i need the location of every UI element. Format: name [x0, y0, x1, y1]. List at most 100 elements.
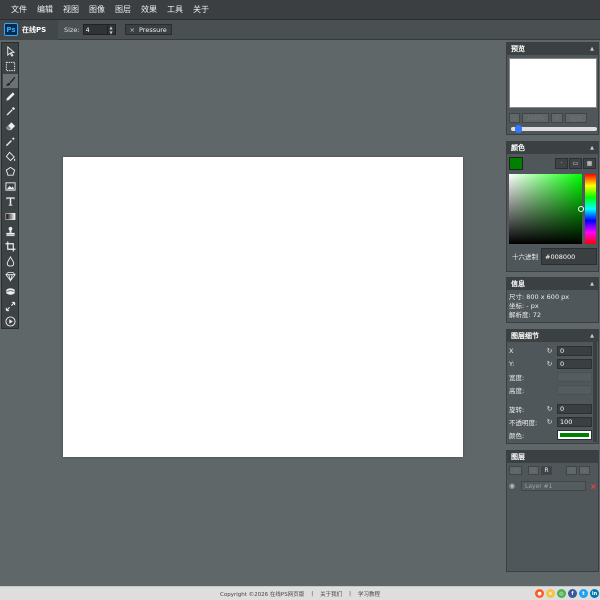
smudge-tool[interactable] [3, 284, 18, 298]
prop-height-input[interactable] [557, 384, 592, 395]
info-size: 尺寸: 800 x 600 px [509, 293, 570, 301]
pressure-toggle[interactable]: × Pressure [124, 24, 172, 35]
hex-row: 十六进制 #008000 [509, 248, 598, 265]
prop-opacity-row: 不透明度: ↻ 100 [509, 415, 598, 428]
crop-icon [5, 240, 16, 252]
reset-icon[interactable]: ↻ [545, 359, 554, 368]
menu-about[interactable]: 关于 [188, 0, 214, 20]
size-input[interactable] [82, 24, 108, 35]
layer-properties-header[interactable]: 图层细节 ▲ [507, 330, 598, 342]
logo: Ps 在线PS [0, 19, 58, 40]
slider-mode-icon[interactable]: ▭ [569, 158, 582, 169]
text-tool[interactable] [3, 194, 18, 208]
image-tool[interactable] [3, 179, 18, 193]
twitter-icon[interactable]: t [579, 589, 588, 598]
grid-mode-icon[interactable]: ▦ [583, 158, 596, 169]
reddit-icon[interactable]: ● [535, 589, 544, 598]
stamp-tool[interactable] [3, 224, 18, 238]
menu-effects[interactable]: 效果 [136, 0, 162, 20]
menu-file[interactable]: 文件 [6, 0, 32, 20]
reset-icon[interactable]: ↻ [545, 417, 554, 426]
linkedin-icon[interactable]: in [590, 589, 599, 598]
toolbox [1, 42, 19, 329]
reset-icon[interactable]: ↻ [545, 404, 554, 413]
hex-input[interactable]: #008000 [541, 248, 597, 265]
reset-icon[interactable]: ↻ [545, 346, 554, 355]
current-color-swatch[interactable] [509, 157, 523, 170]
star-icon[interactable]: ★ [546, 589, 555, 598]
menu-view[interactable]: 视图 [58, 0, 84, 20]
zoom-in-button[interactable]: + [551, 113, 563, 123]
prop-color-swatch [560, 432, 589, 437]
eye-icon[interactable]: ◉ [509, 482, 521, 490]
picker-mode-icon[interactable]: · [555, 158, 568, 169]
preview-thumbnail[interactable] [509, 58, 597, 108]
about-link[interactable]: 关于我们 [320, 590, 342, 598]
layer-item[interactable]: ◉ Layer #1 × [509, 481, 598, 491]
prop-opacity-input[interactable]: 100 [557, 416, 592, 427]
fill-tool[interactable] [3, 149, 18, 163]
delete-layer-icon[interactable]: × [590, 482, 597, 491]
collapse-icon[interactable]: ▲ [590, 46, 594, 52]
menu-edit[interactable]: 编辑 [32, 0, 58, 20]
fit-button[interactable]: 适合 [565, 113, 587, 123]
info-panel-header[interactable]: 信息 ▲ [507, 278, 598, 290]
rename-layer-button[interactable]: R [541, 466, 552, 475]
color-panel: 颜色 ▲ · ▭ ▦ 十六进制 #008000 [506, 141, 599, 272]
image-icon [5, 181, 16, 191]
layer-buttons: + D R ↑ ↓ [509, 466, 598, 475]
eyedropper-tool[interactable] [3, 104, 18, 118]
prop-rotation-input[interactable]: 0 [557, 403, 592, 414]
color-picker-knob[interactable] [578, 206, 584, 212]
layers-panel-header[interactable]: 图层 [507, 451, 598, 463]
eraser-tool[interactable] [3, 119, 18, 133]
blur-tool[interactable] [3, 254, 18, 268]
brush-tool[interactable] [3, 74, 18, 88]
layer-name[interactable]: Layer #1 [521, 481, 586, 491]
prop-color-label: 颜色: [509, 431, 525, 440]
magic-wand-tool[interactable] [3, 134, 18, 148]
prop-y-input[interactable]: 0 [557, 358, 592, 369]
pencil-icon [6, 91, 15, 101]
gradient-icon [5, 212, 16, 220]
crop-tool[interactable] [3, 239, 18, 253]
size-stepper[interactable]: ▲ ▼ [107, 24, 116, 35]
prop-rotation-label: 旋转: [509, 405, 525, 414]
collapse-icon[interactable]: ▲ [590, 333, 594, 339]
facebook-icon[interactable]: f [568, 589, 577, 598]
color-panel-header[interactable]: 颜色 ▲ [507, 142, 598, 154]
menu-layer[interactable]: 图层 [110, 0, 136, 20]
hex-label: 十六进制 [512, 252, 538, 261]
sharpen-tool[interactable] [3, 269, 18, 283]
zoom-out-button[interactable]: - [509, 113, 520, 123]
color-title: 颜色 [511, 144, 525, 152]
move-layer-up-button[interactable]: ↑ [566, 466, 577, 475]
menu-tools[interactable]: 工具 [162, 0, 188, 20]
zoom-tool[interactable] [3, 299, 18, 313]
menu-image[interactable]: 图像 [84, 0, 110, 20]
gradient-tool[interactable] [3, 209, 18, 223]
add-layer-button[interactable]: + [509, 466, 522, 475]
collapse-icon[interactable]: ▲ [590, 145, 594, 151]
move-tool[interactable] [3, 44, 18, 58]
prop-width-input[interactable] [557, 371, 592, 382]
shape-tool[interactable] [3, 164, 18, 178]
zoom-slider-thumb[interactable] [514, 125, 522, 133]
wechat-icon[interactable]: ◎ [557, 589, 566, 598]
eraser-icon [5, 121, 16, 130]
hue-slider[interactable] [585, 174, 596, 244]
prop-color-field[interactable] [557, 429, 592, 440]
play-tool[interactable] [3, 314, 18, 328]
move-layer-down-button[interactable]: ↓ [579, 466, 590, 475]
preview-panel-header[interactable]: 预览 ▲ [507, 43, 598, 55]
marquee-tool[interactable] [3, 59, 18, 73]
drawing-canvas[interactable] [63, 157, 463, 457]
duplicate-layer-button[interactable]: D [528, 466, 539, 475]
pencil-tool[interactable] [3, 89, 18, 103]
zoom-slider[interactable] [511, 125, 597, 133]
prop-x-input[interactable]: 0 [557, 345, 592, 356]
collapse-icon[interactable]: ▲ [590, 281, 594, 287]
saturation-value-area[interactable] [509, 174, 584, 244]
learn-link[interactable]: 学习教程 [358, 590, 380, 598]
zoom-level-button[interactable]: 100% [522, 113, 549, 123]
